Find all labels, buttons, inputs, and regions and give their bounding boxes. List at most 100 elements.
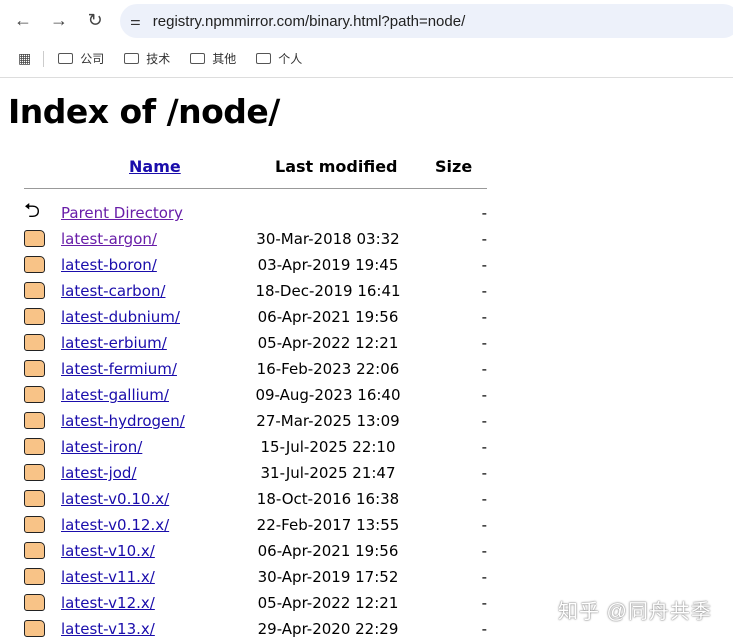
- entry-link[interactable]: latest-jod/: [61, 464, 137, 482]
- size: -: [481, 230, 487, 248]
- sort-by-name-link[interactable]: Name: [129, 157, 181, 176]
- forward-icon[interactable]: →: [48, 9, 70, 31]
- last-modified: 18-Dec-2019 16:41: [255, 282, 401, 300]
- folder-icon: [24, 464, 45, 481]
- size: -: [481, 542, 487, 560]
- folder-icon: [24, 412, 45, 429]
- entry-link[interactable]: latest-v12.x/: [61, 594, 155, 612]
- entry-link[interactable]: latest-dubnium/: [61, 308, 180, 326]
- site-settings-icon[interactable]: ⚌: [130, 14, 141, 28]
- apps-icon[interactable]: ▦: [18, 50, 31, 67]
- size: -: [481, 594, 487, 612]
- table-row: latest-erbium/05-Apr-2022 12:21 -: [24, 331, 487, 357]
- entry-link[interactable]: latest-v10.x/: [61, 542, 155, 560]
- bookmark-folder[interactable]: 公司: [58, 50, 104, 67]
- table-row: latest-v0.12.x/22-Feb-2017 13:55 -: [24, 513, 487, 539]
- folder-icon: [58, 53, 74, 64]
- table-row: latest-jod/31-Jul-2025 21:47 -: [24, 461, 487, 487]
- divider: [43, 50, 45, 67]
- folder-icon: [24, 256, 45, 273]
- folder-icon: [24, 360, 45, 377]
- size: -: [481, 464, 487, 482]
- size: -: [481, 620, 487, 638]
- folder-icon: [24, 334, 45, 351]
- entry-link[interactable]: latest-v0.12.x/: [61, 516, 169, 534]
- table-row: latest-v0.10.x/18-Oct-2016 16:38 -: [24, 487, 487, 513]
- bookmark-label: 技术: [146, 52, 171, 66]
- folder-icon: [24, 594, 45, 611]
- table-row: latest-argon/30-Mar-2018 03:32 -: [24, 227, 487, 253]
- size: -: [481, 282, 487, 300]
- entry-link[interactable]: Parent Directory: [61, 204, 183, 222]
- size: -: [481, 204, 487, 222]
- url-text: registry.npmmirror.com/binary.html?path=…: [152, 12, 466, 30]
- folder-icon: [24, 490, 45, 507]
- entry-link[interactable]: latest-erbium/: [61, 334, 167, 352]
- folder-icon: [256, 53, 272, 64]
- folder-icon: [24, 230, 45, 247]
- column-name-header[interactable]: Name: [129, 157, 181, 176]
- back-icon[interactable]: ←: [12, 9, 34, 31]
- last-modified: 31-Jul-2025 21:47: [260, 464, 396, 482]
- folder-icon: [24, 516, 45, 533]
- entry-link[interactable]: latest-hydrogen/: [61, 412, 185, 430]
- table-row: latest-gallium/09-Aug-2023 16:40 -: [24, 383, 487, 409]
- last-modified: 05-Apr-2022 12:21: [257, 334, 399, 352]
- entry-link[interactable]: latest-v11.x/: [61, 568, 155, 586]
- last-modified: 30-Mar-2018 03:32: [256, 230, 400, 248]
- page-title: Index of /node/: [8, 92, 280, 131]
- last-modified: 03-Apr-2019 19:45: [257, 256, 399, 274]
- address-bar[interactable]: ⚌ registry.npmmirror.com/binary.html?pat…: [120, 4, 733, 38]
- entry-link[interactable]: latest-v13.x/: [61, 620, 155, 638]
- table-row: latest-dubnium/06-Apr-2021 19:56 -: [24, 305, 487, 331]
- folder-icon: [24, 282, 45, 299]
- bookmark-folder[interactable]: 技术: [124, 50, 170, 67]
- table-row: latest-boron/03-Apr-2019 19:45 -: [24, 253, 487, 279]
- browser-toolbar: ← → ↻ ⚌ registry.npmmirror.com/binary.ht…: [0, 0, 733, 40]
- size: -: [481, 360, 487, 378]
- table-row: latest-v10.x/06-Apr-2021 19:56 -: [24, 539, 487, 565]
- last-modified: 18-Oct-2016 16:38: [256, 490, 400, 508]
- entry-link[interactable]: latest-v0.10.x/: [61, 490, 169, 508]
- last-modified: 30-Apr-2019 17:52: [257, 568, 399, 586]
- last-modified: 06-Apr-2021 19:56: [257, 308, 399, 326]
- last-modified: 09-Aug-2023 16:40: [255, 386, 401, 404]
- last-modified: 27-Mar-2025 13:09: [256, 412, 400, 430]
- size: -: [481, 386, 487, 404]
- bookmark-folder[interactable]: 其他: [190, 50, 236, 67]
- table-row: latest-v13.x/29-Apr-2020 22:29 -: [24, 617, 487, 643]
- last-modified: 15-Jul-2025 22:10: [260, 438, 396, 456]
- entry-link[interactable]: latest-iron/: [61, 438, 142, 456]
- folder-icon: [24, 438, 45, 455]
- folder-icon: [190, 53, 206, 64]
- reload-icon[interactable]: ↻: [84, 9, 106, 31]
- size: -: [481, 334, 487, 352]
- entry-link[interactable]: latest-argon/: [61, 230, 157, 248]
- last-modified: 22-Feb-2017 13:55: [256, 516, 400, 534]
- folder-icon: [24, 620, 45, 637]
- size: -: [481, 490, 487, 508]
- bookmark-folder[interactable]: 个人: [256, 50, 302, 67]
- size: -: [481, 568, 487, 586]
- table-row: latest-fermium/16-Feb-2023 22:06 -: [24, 357, 487, 383]
- table-row: latest-v11.x/30-Apr-2019 17:52 -: [24, 565, 487, 591]
- table-row: latest-iron/15-Jul-2025 22:10 -: [24, 435, 487, 461]
- table-row: latest-carbon/18-Dec-2019 16:41 -: [24, 279, 487, 305]
- entry-link[interactable]: latest-boron/: [61, 256, 157, 274]
- entry-link[interactable]: latest-gallium/: [61, 386, 169, 404]
- bookmark-label: 其他: [212, 52, 237, 66]
- size: -: [481, 438, 487, 456]
- folder-icon: [24, 386, 45, 403]
- back-arrow-icon: ⮌: [24, 198, 41, 222]
- folder-icon: [24, 308, 45, 325]
- last-modified: 29-Apr-2020 22:29: [257, 620, 399, 638]
- table-row: latest-hydrogen/27-Mar-2025 13:09 -: [24, 409, 487, 435]
- watermark: 知乎 @同舟共季: [558, 601, 712, 623]
- folder-icon: [124, 53, 140, 64]
- entry-link[interactable]: latest-carbon/: [61, 282, 165, 300]
- entry-link[interactable]: latest-fermium/: [61, 360, 177, 378]
- size: -: [481, 308, 487, 326]
- size: -: [481, 412, 487, 430]
- last-modified: 05-Apr-2022 12:21: [257, 594, 399, 612]
- column-modified-header: Last modified: [275, 157, 398, 176]
